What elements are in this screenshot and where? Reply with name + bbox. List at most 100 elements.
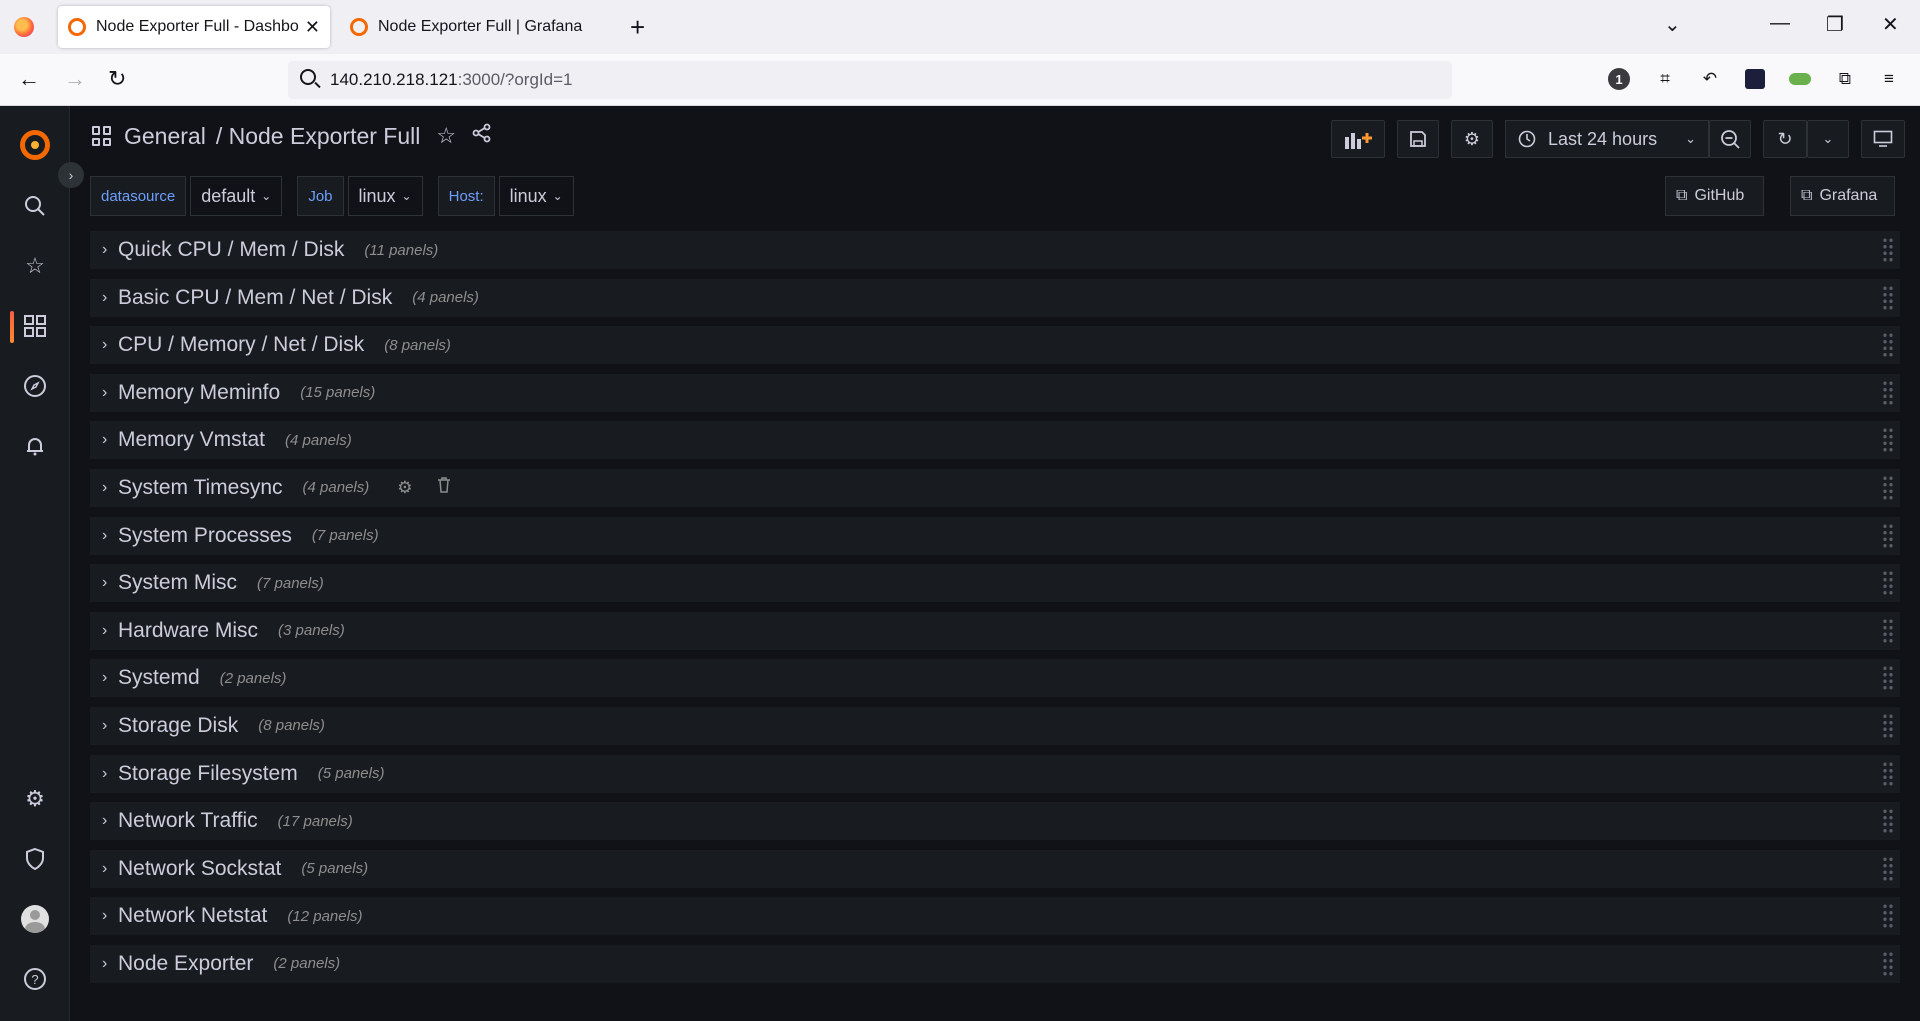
variable-select-job[interactable]: linux ⌄ — [347, 176, 423, 216]
dashboard-row[interactable]: › System Timesync (4 panels) ⚙ — [90, 468, 1900, 507]
grafana-logo-icon[interactable] — [20, 130, 50, 160]
forward-icon[interactable]: → — [64, 66, 86, 92]
drag-handle-icon[interactable] — [1882, 284, 1894, 311]
extension-toggle-icon[interactable] — [1789, 68, 1811, 90]
browser-tab-active[interactable]: Node Exporter Full - Dashboard ✕ — [58, 6, 330, 48]
dashboard-row[interactable]: › System Processes (7 panels) — [90, 516, 1900, 555]
dashboard-settings-gear-icon[interactable]: ⚙ — [1451, 120, 1493, 158]
row-delete-trash-icon[interactable] — [437, 477, 451, 498]
alerting-bell-icon[interactable] — [21, 432, 49, 460]
extensions-puzzle-icon[interactable]: ⧉ — [1834, 68, 1856, 90]
row-title[interactable]: Network Netstat — [118, 904, 267, 928]
extension-chart-icon[interactable] — [1744, 68, 1766, 90]
variable-select-datasource[interactable]: default ⌄ — [190, 176, 283, 216]
refresh-icon[interactable]: ↻ — [1763, 120, 1807, 158]
firefox-icon[interactable] — [14, 17, 34, 37]
dashboard-row[interactable]: › Hardware Misc (3 panels) — [90, 611, 1900, 650]
search-icon[interactable] — [21, 192, 49, 220]
row-title[interactable]: System Processes — [118, 524, 292, 548]
user-avatar[interactable] — [21, 905, 49, 933]
row-title[interactable]: Hardware Misc — [118, 619, 258, 643]
row-title[interactable]: CPU / Memory / Net / Disk — [118, 333, 364, 357]
back-icon[interactable]: ← — [18, 66, 40, 92]
row-title[interactable]: Network Traffic — [118, 809, 258, 833]
zoom-out-icon[interactable] — [1709, 120, 1751, 158]
drag-handle-icon[interactable] — [1882, 474, 1894, 501]
reload-icon[interactable]: ↻ — [108, 66, 126, 92]
explore-compass-icon[interactable] — [21, 372, 49, 400]
breadcrumb-folder[interactable]: General — [124, 123, 206, 150]
github-link-button[interactable]: ⧉ GitHub — [1665, 176, 1764, 216]
row-settings-gear-icon[interactable]: ⚙ — [397, 478, 412, 498]
row-title[interactable]: Memory Meminfo — [118, 381, 280, 405]
drag-handle-icon[interactable] — [1882, 903, 1894, 930]
dashboard-row[interactable]: › Systemd (2 panels) — [90, 659, 1900, 698]
menu-icon[interactable]: ≡ — [1878, 68, 1900, 90]
drag-handle-icon[interactable] — [1882, 665, 1894, 692]
restore-icon[interactable]: ❐ — [1826, 12, 1844, 37]
row-title[interactable]: System Timesync — [118, 476, 283, 500]
dashboard-row[interactable]: › Quick CPU / Mem / Disk (11 panels) — [90, 231, 1900, 269]
drag-handle-icon[interactable] — [1882, 950, 1894, 977]
save-dashboard-icon[interactable] — [1397, 120, 1439, 158]
dashboard-row[interactable]: › CPU / Memory / Net / Disk (8 panels) — [90, 326, 1900, 365]
row-title[interactable]: System Misc — [118, 571, 237, 595]
drag-handle-icon[interactable] — [1882, 427, 1894, 454]
row-title[interactable]: Basic CPU / Mem / Net / Disk — [118, 286, 392, 310]
dashboards-icon[interactable] — [21, 312, 49, 340]
star-icon[interactable]: ☆ — [436, 123, 456, 149]
expand-menu-chevron-icon[interactable]: › — [58, 162, 84, 188]
tv-mode-monitor-icon[interactable] — [1861, 120, 1905, 158]
help-icon[interactable]: ? — [21, 965, 49, 993]
share-icon[interactable] — [472, 123, 492, 149]
row-title[interactable]: Storage Filesystem — [118, 762, 298, 786]
password-manager-badge-icon[interactable]: 1 — [1608, 68, 1630, 90]
dashboard-row[interactable]: › Basic CPU / Mem / Net / Disk (4 panels) — [90, 278, 1900, 317]
starred-icon[interactable]: ☆ — [21, 252, 49, 280]
url-bar[interactable]: 140.210.218.121:3000/?orgId=1 — [288, 61, 1452, 99]
new-tab-icon[interactable]: + — [630, 12, 645, 43]
browser-tab[interactable]: Node Exporter Full | Grafana Labs — [340, 6, 612, 48]
drag-handle-icon[interactable] — [1882, 855, 1894, 882]
row-title[interactable]: Node Exporter — [118, 952, 253, 976]
close-icon[interactable]: ✕ — [305, 17, 320, 38]
row-panel-count: (12 panels) — [287, 907, 363, 925]
dashboard-row[interactable]: › Network Netstat (12 panels) — [90, 897, 1900, 936]
drag-handle-icon[interactable] — [1882, 522, 1894, 549]
page-title[interactable]: / Node Exporter Full — [216, 123, 421, 150]
row-title[interactable]: Systemd — [118, 666, 200, 690]
drag-handle-icon[interactable] — [1882, 760, 1894, 787]
refresh-interval-chevron-icon[interactable]: ⌄ — [1807, 120, 1849, 158]
add-panel-icon[interactable] — [1331, 120, 1385, 158]
dashboard-row[interactable]: › Network Traffic (17 panels) — [90, 802, 1900, 841]
list-all-tabs-icon[interactable]: ⌄ — [1664, 12, 1681, 37]
undo-icon[interactable]: ↶ — [1699, 68, 1721, 90]
window-close-icon[interactable]: ✕ — [1882, 12, 1899, 37]
dashboard-row[interactable]: › Storage Filesystem (5 panels) — [90, 754, 1900, 793]
minimize-icon[interactable]: — — [1770, 12, 1790, 35]
drag-handle-icon[interactable] — [1882, 712, 1894, 739]
row-title[interactable]: Network Sockstat — [118, 857, 281, 881]
drag-handle-icon[interactable] — [1882, 237, 1894, 263]
configuration-gear-icon[interactable]: ⚙ — [21, 785, 49, 813]
row-title[interactable]: Storage Disk — [118, 714, 238, 738]
row-title[interactable]: Memory Vmstat — [118, 428, 265, 452]
drag-handle-icon[interactable] — [1882, 617, 1894, 644]
grafana-link-button[interactable]: ⧉ Grafana — [1790, 176, 1895, 216]
drag-handle-icon[interactable] — [1882, 570, 1894, 597]
time-range-picker[interactable]: Last 24 hours ⌄ — [1505, 120, 1709, 158]
chevron-right-icon: › — [102, 669, 108, 687]
variable-select-host[interactable]: linux ⌄ — [498, 176, 574, 216]
dashboard-row[interactable]: › Node Exporter (2 panels) — [90, 944, 1900, 983]
dashboard-row[interactable]: › Memory Meminfo (15 panels) — [90, 373, 1900, 412]
crop-icon[interactable]: ⌗ — [1654, 68, 1676, 90]
dashboard-row[interactable]: › Storage Disk (8 panels) — [90, 706, 1900, 745]
dashboard-row[interactable]: › Network Sockstat (5 panels) — [90, 849, 1900, 888]
drag-handle-icon[interactable] — [1882, 808, 1894, 835]
dashboard-row[interactable]: › Memory Vmstat (4 panels) — [90, 421, 1900, 460]
drag-handle-icon[interactable] — [1882, 332, 1894, 359]
drag-handle-icon[interactable] — [1882, 379, 1894, 406]
row-title[interactable]: Quick CPU / Mem / Disk — [118, 238, 344, 262]
server-admin-shield-icon[interactable] — [21, 845, 49, 873]
dashboard-row[interactable]: › System Misc (7 panels) — [90, 564, 1900, 603]
